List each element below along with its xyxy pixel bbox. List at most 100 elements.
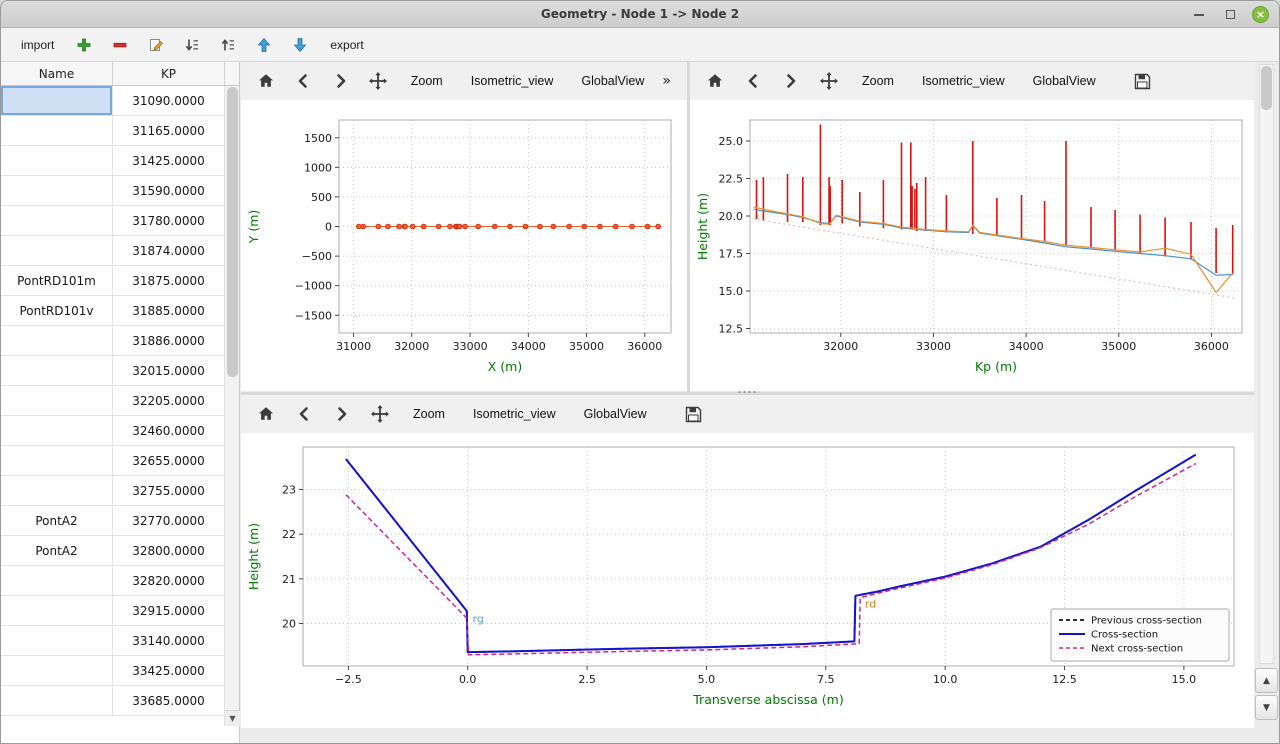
table-row[interactable]: 31886.0000 — [1, 326, 225, 356]
remove-section-button[interactable] — [108, 33, 132, 57]
row-name-cell[interactable] — [1, 626, 113, 655]
table-row[interactable]: PontA232770.0000 — [1, 506, 225, 536]
home-button[interactable] — [700, 66, 730, 96]
row-kp-cell[interactable]: 32800.0000 — [113, 536, 225, 565]
add-section-button[interactable] — [72, 33, 96, 57]
row-kp-cell[interactable]: 33425.0000 — [113, 656, 225, 685]
save-figure-button[interactable] — [1128, 66, 1158, 96]
zoom-button[interactable]: Zoom — [403, 403, 455, 425]
table-row[interactable]: 31090.0000 — [1, 86, 225, 116]
table-row[interactable]: 33685.0000 — [1, 686, 225, 716]
back-button[interactable] — [738, 66, 768, 96]
table-row[interactable]: 32755.0000 — [1, 476, 225, 506]
isometric-view-button[interactable]: Isometric_view — [463, 403, 566, 425]
move-down-button[interactable] — [288, 33, 312, 57]
row-name-cell[interactable] — [1, 596, 113, 625]
row-kp-cell[interactable]: 32755.0000 — [113, 476, 225, 505]
row-kp-cell[interactable]: 31590.0000 — [113, 176, 225, 205]
isometric-view-button[interactable]: Isometric_view — [912, 70, 1015, 92]
back-button[interactable] — [289, 399, 319, 429]
table-row[interactable]: 33425.0000 — [1, 656, 225, 686]
edit-section-button[interactable] — [144, 33, 168, 57]
row-name-cell[interactable] — [1, 176, 113, 205]
table-scrollbar-thumb[interactable] — [227, 87, 238, 377]
move-up-button[interactable] — [252, 33, 276, 57]
row-name-cell[interactable]: PontRD101v — [1, 296, 113, 325]
column-header-name[interactable]: Name — [1, 62, 113, 85]
row-name-cell[interactable] — [1, 86, 113, 115]
row-kp-cell[interactable]: 32205.0000 — [113, 386, 225, 415]
minimize-button[interactable] — [1190, 6, 1208, 24]
row-kp-cell[interactable]: 31886.0000 — [113, 326, 225, 355]
row-kp-cell[interactable]: 32460.0000 — [113, 416, 225, 445]
row-name-cell[interactable] — [1, 476, 113, 505]
import-button[interactable]: import — [15, 35, 60, 55]
table-scroll-down-button[interactable]: ▼ — [225, 710, 240, 726]
row-name-cell[interactable]: PontA2 — [1, 506, 113, 535]
table-row[interactable]: PontA232800.0000 — [1, 536, 225, 566]
table-row[interactable]: 31165.0000 — [1, 116, 225, 146]
home-button[interactable] — [251, 66, 280, 96]
table-scrollbar[interactable]: ▼ — [224, 86, 239, 726]
cross-section-chart[interactable]: −2.50.02.55.07.510.012.515.020212223rgrd… — [241, 433, 1256, 728]
table-row[interactable]: 32915.0000 — [1, 596, 225, 626]
table-row[interactable]: 32015.0000 — [1, 356, 225, 386]
toolbar-overflow-button[interactable]: » — [662, 73, 671, 89]
row-name-cell[interactable] — [1, 326, 113, 355]
row-name-cell[interactable] — [1, 686, 113, 715]
row-kp-cell[interactable]: 31874.0000 — [113, 236, 225, 265]
row-kp-cell[interactable]: 32820.0000 — [113, 566, 225, 595]
row-kp-cell[interactable]: 31885.0000 — [113, 296, 225, 325]
row-name-cell[interactable] — [1, 146, 113, 175]
table-row[interactable]: 31590.0000 — [1, 176, 225, 206]
row-kp-cell[interactable]: 32770.0000 — [113, 506, 225, 535]
table-row[interactable]: 32460.0000 — [1, 416, 225, 446]
forward-button[interactable] — [327, 399, 357, 429]
row-name-cell[interactable] — [1, 236, 113, 265]
global-view-button[interactable]: GlobalView — [1023, 70, 1106, 92]
row-name-cell[interactable] — [1, 416, 113, 445]
table-row[interactable]: 32205.0000 — [1, 386, 225, 416]
row-name-cell[interactable] — [1, 116, 113, 145]
zoom-button[interactable]: Zoom — [401, 70, 453, 92]
forward-button[interactable] — [776, 66, 806, 96]
row-kp-cell[interactable]: 32915.0000 — [113, 596, 225, 625]
global-view-button[interactable]: GlobalView — [571, 70, 654, 92]
row-kp-cell[interactable]: 32015.0000 — [113, 356, 225, 385]
row-name-cell[interactable] — [1, 206, 113, 235]
pan-button[interactable] — [814, 66, 844, 96]
row-kp-cell[interactable]: 33685.0000 — [113, 686, 225, 715]
row-name-cell[interactable]: PontA2 — [1, 536, 113, 565]
table-row[interactable]: 33140.0000 — [1, 626, 225, 656]
isometric-view-button[interactable]: Isometric_view — [461, 70, 564, 92]
row-kp-cell[interactable]: 32655.0000 — [113, 446, 225, 475]
table-row[interactable]: 31780.0000 — [1, 206, 225, 236]
home-button[interactable] — [251, 399, 281, 429]
table-row[interactable]: 31874.0000 — [1, 236, 225, 266]
row-name-cell[interactable] — [1, 356, 113, 385]
table-row[interactable]: PontRD101m31875.0000 — [1, 266, 225, 296]
row-name-cell[interactable] — [1, 386, 113, 415]
row-kp-cell[interactable]: 31090.0000 — [113, 86, 225, 115]
row-name-cell[interactable] — [1, 446, 113, 475]
row-name-cell[interactable] — [1, 656, 113, 685]
sort-descending-button[interactable] — [180, 33, 204, 57]
profile-chart[interactable]: 320003300034000350003600012.515.017.520.… — [690, 100, 1256, 391]
table-row[interactable]: 31425.0000 — [1, 146, 225, 176]
sort-ascending-button[interactable] — [216, 33, 240, 57]
zoom-button[interactable]: Zoom — [852, 70, 904, 92]
vertical-scrollbar-thumb[interactable] — [1261, 66, 1272, 110]
row-kp-cell[interactable]: 31875.0000 — [113, 266, 225, 295]
export-button[interactable]: export — [324, 35, 369, 55]
scroll-down-button[interactable]: ▼ — [1255, 695, 1278, 720]
row-kp-cell[interactable]: 31425.0000 — [113, 146, 225, 175]
table-row[interactable]: PontRD101v31885.0000 — [1, 296, 225, 326]
global-view-button[interactable]: GlobalView — [574, 403, 657, 425]
titlebar[interactable]: Geometry - Node 1 -> Node 2 × — [1, 1, 1279, 28]
pan-button[interactable] — [363, 66, 392, 96]
row-kp-cell[interactable]: 31780.0000 — [113, 206, 225, 235]
row-kp-cell[interactable]: 33140.0000 — [113, 626, 225, 655]
row-name-cell[interactable] — [1, 566, 113, 595]
pan-button[interactable] — [365, 399, 395, 429]
row-name-cell[interactable]: PontRD101m — [1, 266, 113, 295]
